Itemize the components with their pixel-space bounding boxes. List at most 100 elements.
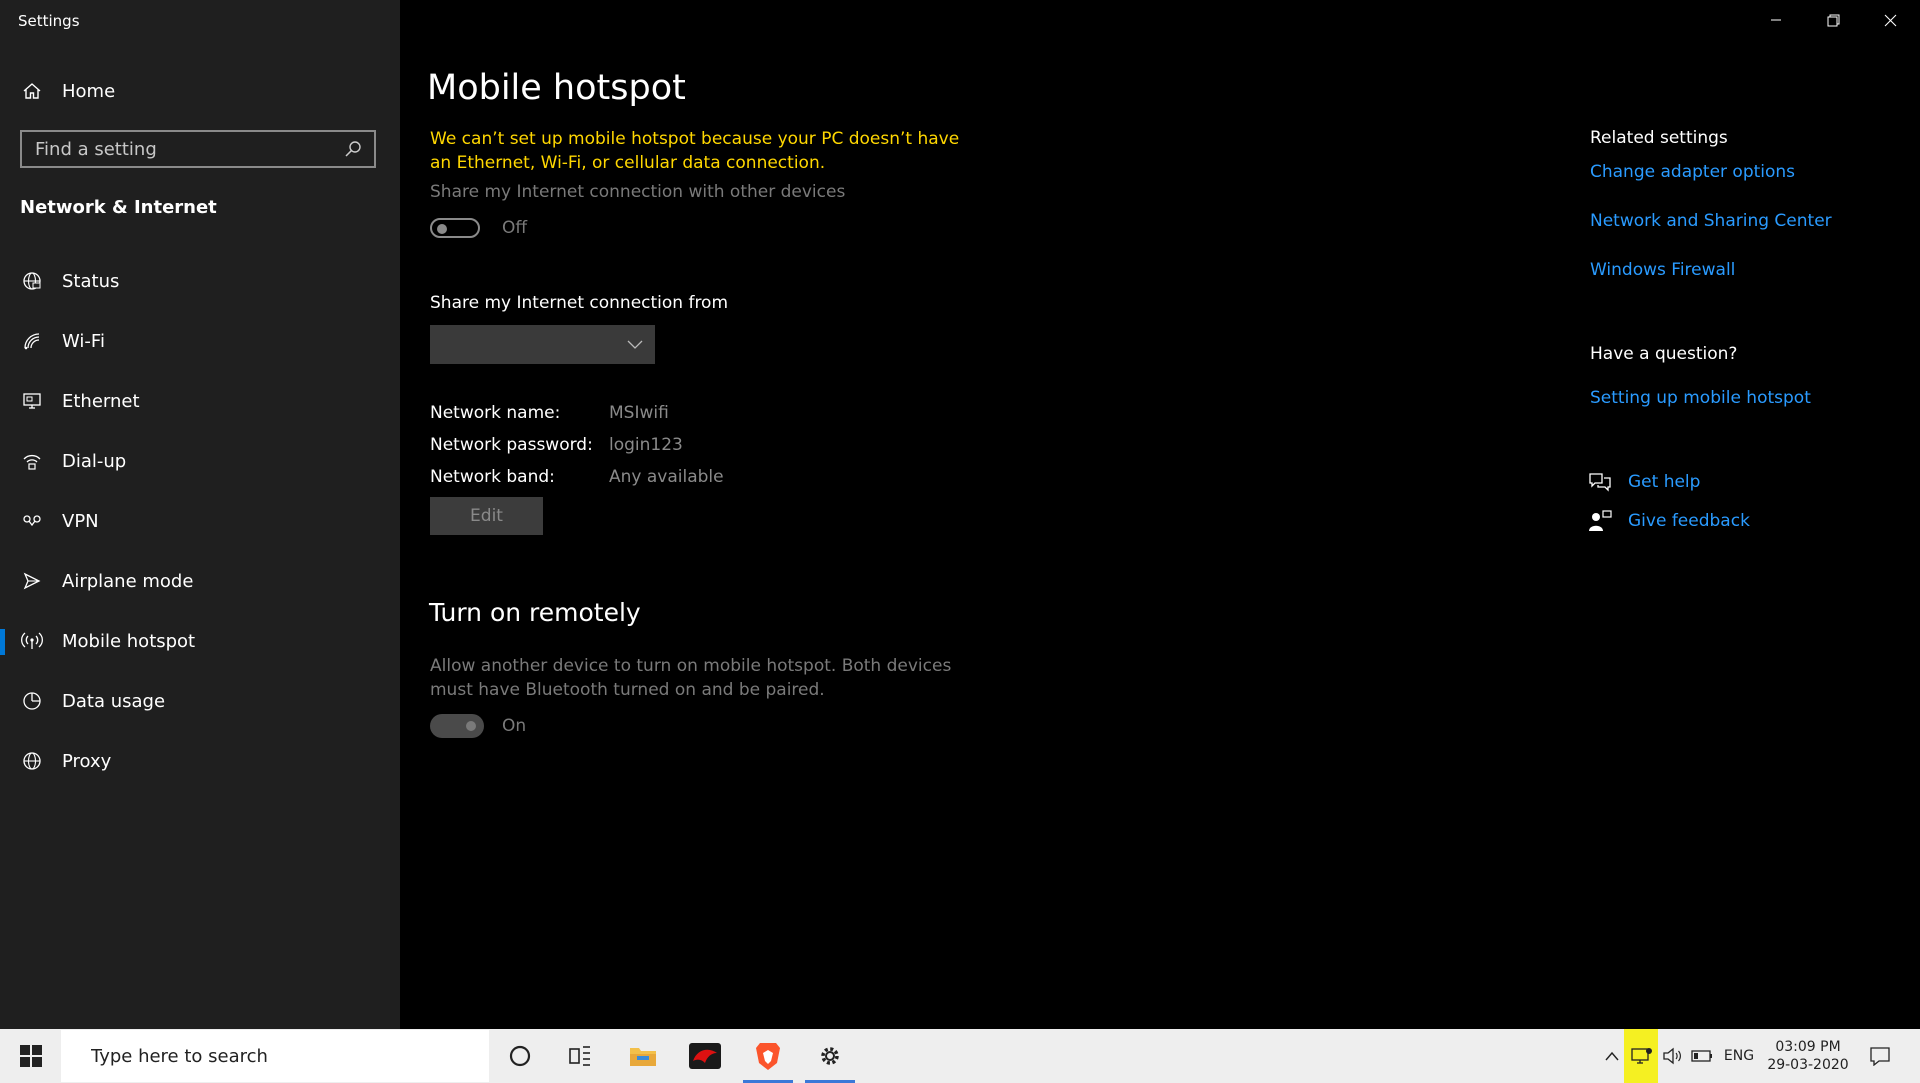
sidebar: Settings Home Network & Internet Status … [0,0,400,1029]
start-button[interactable] [0,1029,61,1083]
task-view-icon [569,1046,590,1066]
sidebar-item-label: Dial-up [62,450,127,472]
setting-up-hotspot-link[interactable]: Setting up mobile hotspot [1590,388,1811,408]
sidebar-item-label: Mobile hotspot [62,630,196,652]
have-question-heading: Have a question? [1590,344,1738,364]
sidebar-item-airplane-mode[interactable]: Airplane mode [0,556,400,606]
speaker-icon [1663,1047,1681,1065]
network-name-value: MSIwifi [609,403,669,423]
battery-icon [1691,1050,1712,1062]
folder-icon [630,1048,656,1066]
share-toggle-state: Off [502,218,528,238]
game-app-button[interactable] [680,1029,730,1083]
taskbar-search-input[interactable] [89,1044,453,1068]
search-box[interactable] [20,130,376,168]
airplane-icon [18,567,46,595]
network-band-label: Network band: [430,467,555,487]
sidebar-item-label: Home [62,80,116,102]
network-icon [1631,1048,1652,1064]
minimize-button[interactable] [1748,0,1804,40]
warning-message: We can’t set up mobile hotspot because y… [430,129,960,173]
sidebar-item-status[interactable]: Status [0,256,400,306]
sidebar-item-proxy[interactable]: Proxy [0,736,400,786]
search-input[interactable] [22,137,344,161]
globe-icon [18,747,46,775]
clock[interactable]: 03:09 PM 29-03-2020 [1766,1029,1850,1083]
language-indicator[interactable]: ENG [1720,1029,1758,1083]
action-center-button[interactable] [1858,1029,1902,1083]
file-explorer-button[interactable] [618,1029,668,1083]
wifi-icon [18,327,46,355]
sidebar-item-vpn[interactable]: VPN [0,496,400,546]
dragon-app-icon [689,1043,721,1069]
app-title: Settings [18,12,80,30]
restore-button[interactable] [1805,0,1861,40]
sidebar-item-data-usage[interactable]: Data usage [0,676,400,726]
taskbar: ENG 03:09 PM 29-03-2020 [0,1029,1920,1083]
ethernet-icon [18,387,46,415]
data-usage-icon [18,687,46,715]
chevron-up-icon [1605,1051,1619,1061]
windows-firewall-link[interactable]: Windows Firewall [1590,260,1735,280]
network-password-label: Network password: [430,435,593,455]
share-toggle[interactable] [430,218,480,238]
clock-time: 03:09 PM [1775,1039,1841,1055]
chevron-down-icon [627,340,643,350]
sidebar-item-wifi[interactable]: Wi-Fi [0,316,400,366]
give-feedback-row[interactable]: Give feedback [1588,509,1750,533]
search-icon[interactable] [344,138,366,160]
sidebar-item-label: Status [62,270,120,292]
network-name-label: Network name: [430,403,561,423]
sidebar-item-home[interactable]: Home [0,66,400,116]
share-from-dropdown[interactable] [430,325,655,364]
give-feedback-link[interactable]: Give feedback [1628,511,1750,531]
sidebar-item-ethernet[interactable]: Ethernet [0,376,400,426]
dialup-icon [18,447,46,475]
section-heading: Network & Internet [20,197,217,218]
sidebar-item-label: Proxy [62,750,112,772]
notification-icon [1870,1047,1890,1066]
clock-date: 29-03-2020 [1767,1057,1849,1073]
show-hidden-icons-button[interactable] [1600,1029,1624,1083]
remote-toggle-row: On [430,714,526,738]
get-help-link[interactable]: Get help [1628,472,1700,492]
minimize-icon [1771,19,1781,21]
network-band-value: Any available [609,467,724,487]
settings-app-button[interactable] [805,1029,855,1083]
remote-heading: Turn on remotely [429,598,641,627]
close-button[interactable] [1862,0,1918,40]
network-tray-button[interactable] [1624,1029,1658,1083]
cortana-button[interactable] [495,1029,545,1083]
home-icon [18,77,46,105]
share-connection-label: Share my Internet connection with other … [430,182,846,202]
edit-button[interactable]: Edit [430,497,543,535]
sidebar-item-dialup[interactable]: Dial-up [0,436,400,486]
hotspot-icon [18,627,46,655]
remote-toggle[interactable] [430,714,484,738]
sidebar-item-label: VPN [62,510,99,532]
change-adapter-options-link[interactable]: Change adapter options [1590,162,1795,182]
get-help-row[interactable]: Get help [1588,470,1700,494]
restore-icon [1827,14,1839,26]
sidebar-item-label: Ethernet [62,390,140,412]
feedback-person-icon [1588,509,1614,533]
network-sharing-center-link[interactable]: Network and Sharing Center [1590,211,1832,231]
related-settings-heading: Related settings [1590,128,1728,148]
cortana-icon [509,1045,531,1067]
battery-button[interactable] [1688,1029,1716,1083]
task-view-button[interactable] [555,1029,605,1083]
brave-lion-icon [756,1043,780,1070]
remote-description: Allow another device to turn on mobile h… [430,656,952,700]
network-password-value: login123 [609,435,683,455]
vpn-icon [18,507,46,535]
volume-button[interactable] [1658,1029,1686,1083]
taskbar-search[interactable] [61,1030,489,1082]
sidebar-item-mobile-hotspot[interactable]: Mobile hotspot [0,616,400,666]
brave-browser-button[interactable] [743,1029,793,1083]
share-from-label: Share my Internet connection from [430,293,729,313]
sidebar-item-label: Wi-Fi [62,330,105,352]
windows-logo-icon [19,1045,42,1067]
close-icon [1884,14,1896,26]
sidebar-item-label: Data usage [62,690,166,712]
globe-status-icon [18,267,46,295]
